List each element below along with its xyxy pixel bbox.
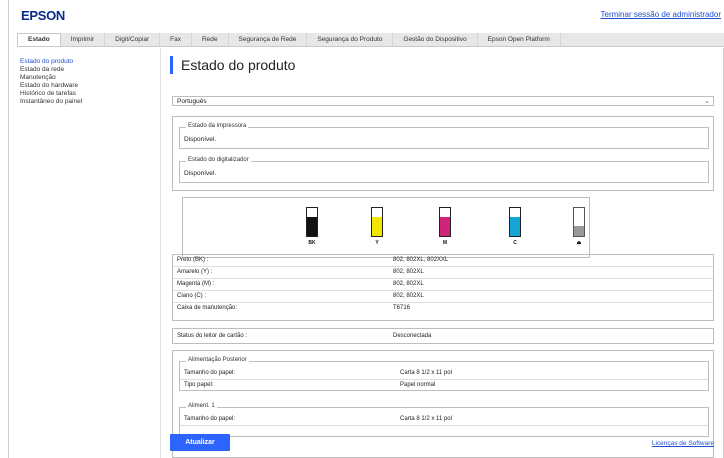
cassette1-legend: Aliment. 1 [186, 403, 217, 409]
tab-estado[interactable]: Estado [17, 33, 61, 46]
sidebar-item-estado-produto[interactable]: Estado do produto [20, 58, 160, 66]
ink-bottle-maintenance [573, 207, 585, 237]
epson-logo: EPSON [21, 8, 66, 23]
sidebar-item-manutencao[interactable]: Manutenção [20, 74, 160, 82]
table-row: Magenta (M) : 802, 802XL [173, 279, 713, 291]
tab-seguranca-produto[interactable]: Segurança do Produto [307, 33, 394, 46]
ink-bottle-y [371, 207, 383, 237]
ink-table-label: Amarelo (Y) : [177, 269, 213, 275]
card-reader-value: Desconectada [393, 333, 432, 339]
update-button[interactable]: Atualizar [170, 434, 230, 451]
ink-bottle-bk [306, 207, 318, 237]
tab-fax[interactable]: Fax [160, 33, 192, 46]
paper-type-label: Tipo papel: [184, 382, 214, 388]
ink-fill [440, 216, 450, 236]
paper-size-value: Carta 8 1/2 x 11 pol [400, 370, 452, 376]
ink-table-value: T6716 [393, 305, 411, 311]
title-accent [170, 56, 173, 74]
table-row: Ciano (C) : 802, 802XL [173, 291, 713, 303]
rear-feed-fieldset: Alimentação Posterior Tamanho do papel: … [179, 357, 709, 391]
sidebar-item-estado-rede[interactable]: Estado da rede [20, 66, 160, 74]
printer-status-legend: Estado da impressora [186, 123, 249, 129]
ink-label: C [513, 240, 517, 246]
ink-fill [510, 216, 520, 236]
language-select[interactable]: Português ⌄ [172, 96, 714, 106]
paper-type-value: Papel normal [400, 382, 436, 388]
printer-status-value: Disponível. [184, 136, 217, 143]
tab-epson-open-platform[interactable]: Epson Open Platform [478, 33, 561, 46]
table-row: Amarelo (Y) : 802, 802XL [173, 267, 713, 279]
ink-label: BK [308, 240, 316, 246]
ink-level-panel: BK Y M C ⏏ [182, 197, 590, 258]
ink-bottle-m [439, 207, 451, 237]
paper-size-value: Carta 8 1/2 x 11 pol [400, 416, 452, 422]
ink-fill [307, 216, 317, 236]
paper-size-label: Tamanho do papel: [184, 416, 236, 422]
scanner-status-value: Disponível. [184, 170, 217, 177]
cassette1-fieldset: Aliment. 1 Tamanho do papel: Carta 8 1/2… [179, 403, 709, 437]
paper-settings-box: Alimentação Posterior Tamanho do papel: … [172, 350, 714, 458]
logout-link[interactable]: Terminar sessão de administrador [601, 10, 722, 19]
ink-fill [574, 226, 584, 236]
main-content: Estado do produto Português ⌄ Estado da … [170, 48, 720, 458]
ink-table-label: Ciano (C) : [177, 293, 207, 299]
tab-bar: Estado Imprimir Digit/Copiar Fax Rede Se… [17, 33, 724, 47]
chevron-down-icon: ⌄ [704, 98, 710, 105]
page-title: Estado do produto [181, 57, 296, 73]
license-link[interactable]: Licenças de Software [652, 440, 714, 447]
printer-status-fieldset: Estado da impressora Disponível. [179, 123, 709, 149]
table-row: Caixa de manutenção: T6716 [173, 303, 713, 314]
scanner-status-legend: Estado do digitalizador [186, 157, 251, 163]
sidebar-item-historico-tarefas[interactable]: Histórico de tarefas [20, 90, 160, 98]
table-row: Preto (BK) : 802, 802XL, 802XXL [173, 255, 713, 267]
ink-bottle-c [509, 207, 521, 237]
maintenance-box-icon: ⏏ [576, 240, 582, 246]
table-row: Tamanho do papel: Carta 8 1/2 x 11 pol [180, 414, 708, 426]
ink-table-value: 802, 802XL [393, 293, 424, 299]
ink-table-value: 802, 802XL, 802XXL [393, 257, 449, 263]
tab-imprimir[interactable]: Imprimir [61, 33, 106, 46]
ink-label: M [442, 240, 448, 246]
paper-size-label: Tamanho do papel: [184, 370, 236, 376]
table-row: Tipo papel: Papel normal [180, 380, 708, 391]
ink-table-label: Preto (BK) : [177, 257, 209, 263]
sidebar: Estado do produto Estado da rede Manuten… [20, 58, 160, 106]
card-reader-status: Status do leitor de cartão : Desconectad… [172, 328, 714, 344]
ink-table-label: Caixa de manutenção: [177, 305, 238, 311]
tab-digit-copiar[interactable]: Digit/Copiar [105, 33, 161, 46]
ink-table-label: Magenta (M) : [177, 281, 215, 287]
tab-gestao-dispositivo[interactable]: Gestão do Dispositivo [393, 33, 478, 46]
tab-rede[interactable]: Rede [192, 33, 229, 46]
table-row: Tamanho do papel: Carta 8 1/2 x 11 pol [180, 368, 708, 380]
card-reader-label: Status do leitor de cartão : [177, 333, 248, 339]
status-box: Estado da impressora Disponível. Estado … [172, 116, 714, 191]
ink-table-value: 802, 802XL [393, 269, 424, 275]
language-value: Português [177, 98, 207, 105]
sidebar-item-instantaneo-painel[interactable]: Instantâneo do painel [20, 98, 160, 106]
ink-fill [372, 216, 382, 236]
ink-table-value: 802, 802XL [393, 281, 424, 287]
tab-seguranca-rede[interactable]: Segurança de Rede [229, 33, 308, 46]
ink-table: Preto (BK) : 802, 802XL, 802XXL Amarelo … [172, 254, 714, 321]
sidebar-item-estado-hardware[interactable]: Estado do hardware [20, 82, 160, 90]
sidebar-divider [160, 48, 161, 458]
ink-label: Y [375, 240, 379, 246]
page-title-wrap: Estado do produto [170, 56, 295, 74]
rear-feed-legend: Alimentação Posterior [186, 357, 249, 363]
scanner-status-fieldset: Estado do digitalizador Disponível. [179, 157, 709, 183]
